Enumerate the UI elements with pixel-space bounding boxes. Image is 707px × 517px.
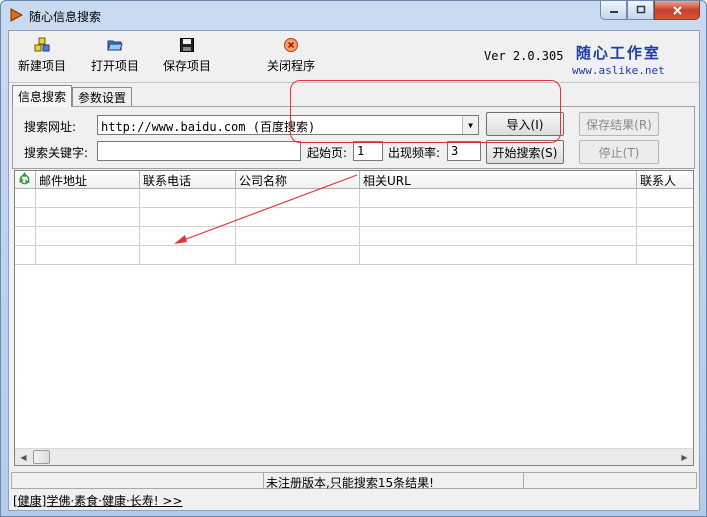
frequency-label: 出现频率:	[388, 146, 441, 160]
cell-company[interactable]	[236, 227, 360, 246]
frequency-input[interactable]: 3	[447, 141, 481, 161]
url-label: 搜索网址:	[24, 120, 77, 134]
column-header-email[interactable]: 邮件地址	[36, 171, 140, 189]
cell-email[interactable]	[36, 189, 140, 208]
cell-contact[interactable]	[637, 246, 693, 265]
cell-phone[interactable]	[140, 227, 236, 246]
logo-text: 随心工作室	[575, 44, 661, 62]
title-bar[interactable]: 随心信息搜索	[1, 1, 706, 30]
promo-link[interactable]: [健康]学佛·素食·健康·长寿! >>	[13, 494, 183, 508]
tab-info-search[interactable]: 信息搜索	[12, 85, 73, 107]
cell-phone[interactable]	[140, 189, 236, 208]
results-grid[interactable]: 邮件地址 联系电话 公司名称 相关URL 联系人 ◀ ▶	[14, 170, 694, 466]
cell-url[interactable]	[360, 227, 637, 246]
cell-contact[interactable]	[637, 189, 693, 208]
scroll-right-icon[interactable]: ▶	[676, 449, 693, 465]
search-url-select[interactable]: http://www.baidu.com (百度搜索) ▼	[97, 115, 479, 135]
search-panel: 搜索网址: http://www.baidu.com (百度搜索) ▼ 搜索关键…	[12, 106, 695, 169]
cell-url[interactable]	[360, 208, 637, 227]
promo-bar: [健康]学佛·素食·健康·长寿! >>	[11, 491, 697, 509]
studio-logo: 随心工作室 www.aslike.net	[572, 42, 665, 77]
search-url-value: http://www.baidu.com (百度搜索)	[101, 120, 316, 134]
new-project-icon	[34, 37, 50, 52]
logo-url: www.aslike.net	[572, 64, 665, 77]
minimize-button[interactable]	[600, 1, 627, 20]
table-row[interactable]	[15, 227, 693, 246]
client-area: 新建项目 打开项目 保存项目 关闭程序 Ver 2.0.305 随心工作室 ww…	[8, 30, 700, 511]
cell-url[interactable]	[360, 189, 637, 208]
keyword-input[interactable]	[97, 141, 301, 161]
tab-settings[interactable]: 参数设置	[72, 87, 133, 107]
table-row[interactable]	[15, 208, 693, 227]
close-program-button[interactable]: 关闭程序	[267, 37, 315, 79]
recycle-icon	[18, 171, 31, 185]
row-indicator	[15, 227, 36, 246]
open-project-button[interactable]: 打开项目	[91, 37, 139, 79]
column-header-company[interactable]: 公司名称	[236, 171, 360, 189]
column-header-phone[interactable]: 联系电话	[140, 171, 236, 189]
cell-company[interactable]	[236, 208, 360, 227]
status-message: 未注册版本,只能搜索15条结果!	[266, 476, 434, 490]
cell-phone[interactable]	[140, 208, 236, 227]
status-segment-left	[12, 473, 264, 488]
open-project-label: 打开项目	[91, 59, 140, 73]
save-project-label: 保存项目	[163, 59, 212, 73]
row-indicator	[15, 246, 36, 265]
row-indicator	[15, 189, 36, 208]
cell-phone[interactable]	[140, 246, 236, 265]
maximize-icon	[636, 5, 645, 14]
status-divider	[523, 473, 524, 488]
cell-contact[interactable]	[637, 208, 693, 227]
scroll-left-icon[interactable]: ◀	[15, 449, 32, 465]
cell-contact[interactable]	[637, 227, 693, 246]
floppy-disk-icon	[180, 38, 194, 52]
column-header-contact[interactable]: 联系人	[637, 171, 693, 189]
import-button[interactable]: 导入(I)	[486, 112, 564, 136]
start-page-input[interactable]: 1	[353, 141, 383, 161]
minimize-icon	[609, 11, 618, 13]
table-row[interactable]	[15, 246, 693, 265]
start-page-label: 起始页:	[307, 146, 348, 160]
folder-open-icon	[107, 40, 123, 51]
cell-email[interactable]	[36, 208, 140, 227]
cell-email[interactable]	[36, 227, 140, 246]
grid-header: 邮件地址 联系电话 公司名称 相关URL 联系人	[15, 171, 693, 189]
stop-button[interactable]: 停止(T)	[579, 140, 659, 164]
save-results-button[interactable]: 保存结果(R)	[579, 112, 659, 136]
cell-email[interactable]	[36, 246, 140, 265]
horizontal-scrollbar[interactable]: ◀ ▶	[15, 448, 693, 465]
toolbar: 新建项目 打开项目 保存项目 关闭程序 Ver 2.0.305 随心工作室 ww…	[9, 31, 699, 83]
close-program-icon	[284, 38, 298, 52]
new-project-button[interactable]: 新建项目	[18, 37, 66, 79]
cell-company[interactable]	[236, 189, 360, 208]
table-row[interactable]	[15, 189, 693, 208]
close-program-label: 关闭程序	[267, 59, 316, 73]
cell-company[interactable]	[236, 246, 360, 265]
refresh-column-header[interactable]	[15, 171, 36, 189]
save-project-button[interactable]: 保存项目	[163, 37, 211, 79]
new-project-label: 新建项目	[18, 59, 67, 73]
close-icon	[672, 5, 682, 15]
start-search-button[interactable]: 开始搜索(S)	[486, 140, 564, 164]
close-window-button[interactable]	[654, 1, 700, 20]
window-title: 随心信息搜索	[29, 10, 102, 24]
version-label: Ver 2.0.305	[484, 49, 564, 63]
dropdown-arrow-icon[interactable]: ▼	[462, 116, 478, 134]
row-indicator	[15, 208, 36, 227]
maximize-button[interactable]	[627, 1, 654, 20]
keyword-label: 搜索关键字:	[24, 146, 89, 160]
status-bar: 未注册版本,只能搜索15条结果!	[11, 472, 697, 490]
cell-url[interactable]	[360, 246, 637, 265]
app-logo-icon	[10, 8, 23, 22]
tab-bar: 信息搜索 参数设置	[12, 85, 133, 107]
scrollbar-thumb[interactable]	[33, 450, 50, 464]
column-header-url[interactable]: 相关URL	[360, 171, 637, 189]
app-window: 随心信息搜索 新建项目 打开项目 保存项目 关闭程序 Ver 2.0.305 随…	[0, 0, 707, 517]
